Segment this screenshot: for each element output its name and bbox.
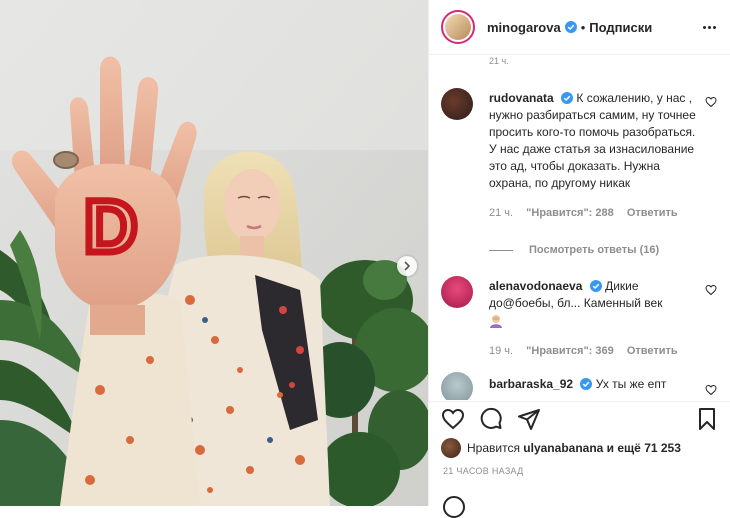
photo-illustration: D bbox=[0, 0, 428, 506]
verified-icon bbox=[564, 21, 577, 33]
reply-button[interactable]: Ответить bbox=[627, 207, 678, 219]
comment-username[interactable]: barbaraska_92 bbox=[489, 377, 573, 391]
face bbox=[224, 169, 280, 241]
comment-like-icon[interactable] bbox=[705, 96, 717, 108]
heart-icon[interactable] bbox=[441, 407, 465, 431]
carousel-next-button[interactable] bbox=[397, 256, 417, 276]
comment-avatar[interactable] bbox=[441, 276, 473, 308]
more-options-button[interactable] bbox=[700, 25, 718, 29]
comment-text: Ух ты же епт bbox=[595, 377, 667, 391]
bookmark-icon[interactable] bbox=[695, 407, 719, 431]
post-header: minogarova • Подписки bbox=[429, 0, 730, 55]
author-avatar[interactable] bbox=[441, 10, 475, 44]
comment-likes[interactable]: "Нравится": 288 bbox=[526, 207, 614, 219]
comment-avatar[interactable] bbox=[441, 88, 473, 120]
comment-icon[interactable] bbox=[479, 407, 503, 431]
likes-count[interactable]: и ещё 71 253 bbox=[607, 441, 681, 455]
verified-icon bbox=[589, 280, 602, 292]
chevron-right-icon bbox=[404, 261, 411, 271]
comments-list[interactable]: 21 ч. rudovanata К сожалению, у нас , ну… bbox=[429, 56, 730, 400]
post-side-panel: minogarova • Подписки 21 ч. rudovanata К… bbox=[428, 0, 730, 518]
view-replies-label: Посмотреть ответы (16) bbox=[529, 244, 660, 256]
comment-likes[interactable]: "Нравится": 369 bbox=[526, 345, 614, 357]
comment-meta: 19 ч. "Нравится": 369 Ответить bbox=[489, 343, 697, 360]
author-username[interactable]: minogarova bbox=[487, 20, 561, 35]
post-actions bbox=[429, 401, 730, 435]
post-time[interactable]: 21 ЧАСОВ НАЗАД bbox=[443, 466, 524, 476]
comment-meta: 21 ч. "Нравится": 288 Ответить bbox=[489, 205, 697, 222]
following-button[interactable]: Подписки bbox=[589, 20, 652, 35]
liker-avatar[interactable] bbox=[441, 438, 461, 458]
share-icon[interactable] bbox=[517, 407, 541, 431]
more-icon bbox=[702, 25, 706, 29]
liker-username[interactable]: ulyanabanana bbox=[523, 441, 603, 455]
post-photo[interactable]: D bbox=[0, 0, 428, 506]
instagram-post: D minogarova • Подписки 21 ч. rudovanata… bbox=[0, 0, 730, 518]
verified-icon bbox=[561, 92, 574, 104]
separator-dot: • bbox=[580, 19, 586, 35]
likes-prefix: Нравится bbox=[467, 441, 520, 455]
comment-item: alenavodonaeva Дикие до@боебы, бл... Кам… bbox=[441, 276, 721, 366]
palm-letter: D bbox=[84, 185, 137, 268]
view-replies-button[interactable]: Посмотреть ответы (16) bbox=[489, 244, 659, 256]
comment-like-icon[interactable] bbox=[705, 384, 717, 396]
likes-summary[interactable]: Нравится ulyanabanana и ещё 71 253 bbox=[441, 438, 681, 458]
comment-like-icon[interactable] bbox=[705, 284, 717, 296]
emoji-picker-icon[interactable] bbox=[443, 496, 465, 518]
comment-item: barbaraska_92 Ух ты же епт bbox=[441, 372, 721, 400]
comment-time[interactable]: 19 ч. bbox=[489, 345, 513, 357]
comment-text: К сожалению, у нас , нужно разбираться с… bbox=[489, 91, 696, 190]
facepalm-emoji-icon bbox=[490, 315, 502, 328]
reply-button[interactable]: Ответить bbox=[627, 345, 678, 357]
previous-comment-time: 21 ч. bbox=[489, 56, 509, 64]
comment-time[interactable]: 21 ч. bbox=[489, 207, 513, 219]
comment-avatar[interactable] bbox=[441, 372, 473, 400]
comment-username[interactable]: rudovanata bbox=[489, 91, 554, 105]
verified-icon bbox=[580, 378, 593, 390]
comment-item: rudovanata К сожалению, у нас , нужно ра… bbox=[441, 88, 721, 238]
comment-username[interactable]: alenavodonaeva bbox=[489, 279, 582, 293]
